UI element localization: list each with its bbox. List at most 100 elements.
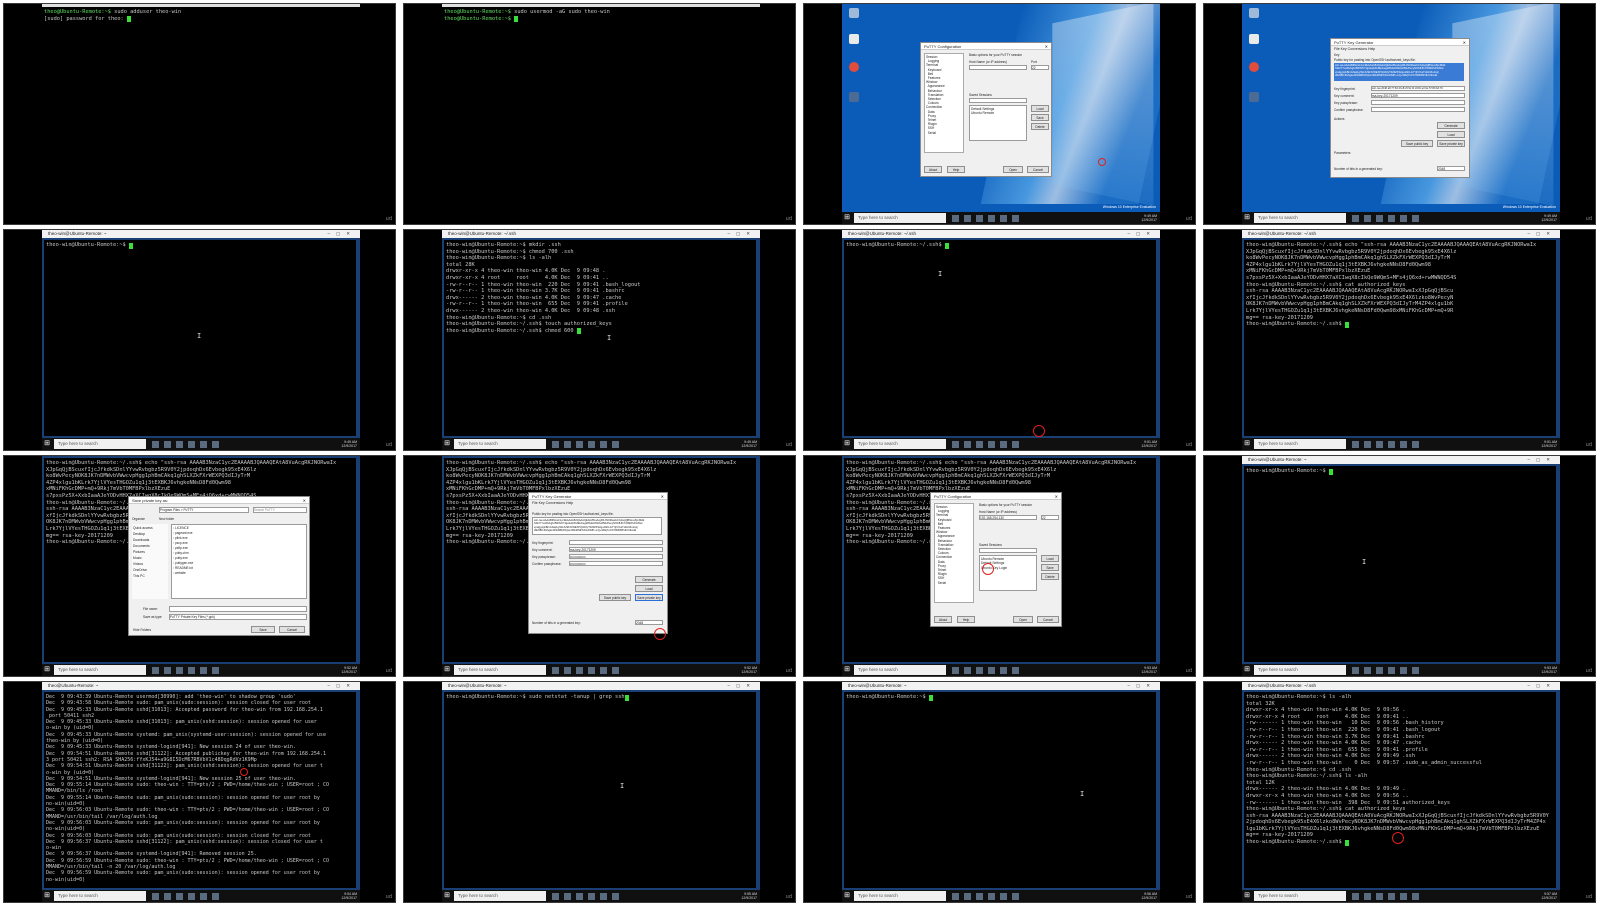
folder-icon[interactable] xyxy=(576,666,583,674)
start-icon[interactable]: ⊞ xyxy=(1242,438,1252,450)
terminal[interactable]: theo-win@Ubuntu-Remote:~$ mkdir .ssh theo… xyxy=(444,240,756,436)
task-view-icon[interactable] xyxy=(1352,440,1359,448)
file-list[interactable]: ▫ LICENCE ▫ pageant.exe ▫ plink.exe ▫ pscp.… xyxy=(171,524,307,599)
delete-button[interactable]: Delete xyxy=(1031,123,1049,130)
terminal[interactable]: theo-win@Ubuntu-Remote:~$ sudo netstat -… xyxy=(444,692,756,888)
host-input[interactable] xyxy=(969,65,1027,70)
port-input[interactable]: 22 xyxy=(1041,515,1059,520)
edge-icon[interactable] xyxy=(564,666,571,674)
start-icon[interactable]: ⊞ xyxy=(1242,212,1252,224)
taskbar-search[interactable]: Type here to search xyxy=(1254,439,1346,449)
edge-icon[interactable] xyxy=(1364,440,1371,448)
terminal[interactable]: theo-win@Ubuntu-Remote:~/.ssh$ xyxy=(844,240,1156,436)
edge-icon[interactable] xyxy=(164,666,171,674)
file-list-item[interactable]: ▫ website xyxy=(173,571,305,576)
generate-button[interactable]: Generate xyxy=(1437,122,1465,129)
terminal[interactable]: theo-win@Ubuntu-Remote:~$ xyxy=(844,692,1156,888)
terminal[interactable]: theo@Ubuntu-Remote:~$ sudo usermod -aG s… xyxy=(442,4,760,224)
edge-icon[interactable] xyxy=(564,892,571,900)
task-view-icon[interactable] xyxy=(152,892,159,900)
start-icon[interactable]: ⊞ xyxy=(42,890,52,902)
file-icon[interactable] xyxy=(1246,34,1262,45)
delete-button[interactable]: Delete xyxy=(1041,573,1059,580)
save-public-key-button[interactable]: Save public key xyxy=(599,594,631,601)
generate-button[interactable]: Generate xyxy=(635,576,663,583)
host-input[interactable]: 192.168.254.130 xyxy=(979,515,1037,520)
putty-icon[interactable] xyxy=(1012,666,1019,674)
clock[interactable]: 9:52 AM 12/9/2017 xyxy=(741,666,760,675)
filename-input[interactable] xyxy=(169,606,307,612)
putty-icon[interactable] xyxy=(846,92,862,103)
task-view-icon[interactable] xyxy=(1352,214,1359,222)
clock[interactable]: 9:53 AM 12/9/2017 xyxy=(1141,666,1160,675)
task-view-icon[interactable] xyxy=(152,440,159,448)
mail-icon[interactable] xyxy=(1000,892,1007,900)
mail-icon[interactable] xyxy=(200,666,207,674)
folder-icon[interactable] xyxy=(976,666,983,674)
folder-icon[interactable] xyxy=(1376,440,1383,448)
taskbar-search[interactable]: Type here to search xyxy=(854,439,946,449)
mail-icon[interactable] xyxy=(200,440,207,448)
close-icon[interactable]: ✕ xyxy=(1055,493,1058,500)
save-button[interactable]: Save xyxy=(1031,114,1049,121)
session-name-input[interactable] xyxy=(969,98,1027,103)
store-icon[interactable] xyxy=(988,214,995,222)
edge-icon[interactable] xyxy=(164,440,171,448)
start-icon[interactable]: ⊞ xyxy=(842,438,852,450)
close-icon[interactable]: ✕ xyxy=(1463,39,1466,46)
task-view-icon[interactable] xyxy=(952,214,959,222)
edge-icon[interactable] xyxy=(1364,214,1371,222)
edge-icon[interactable] xyxy=(964,666,971,674)
clock[interactable]: 9:49 AM 12/9/2017 xyxy=(341,440,360,449)
folder-icon[interactable] xyxy=(576,440,583,448)
comment-field[interactable]: rsa-key-20171209 xyxy=(1371,93,1465,98)
clock[interactable]: 9:53 AM 12/9/2017 xyxy=(1541,666,1560,675)
putty-icon[interactable] xyxy=(612,666,619,674)
chrome-icon[interactable] xyxy=(846,62,862,73)
menu-bar[interactable]: File Key Conversions Help xyxy=(529,500,667,506)
about-button[interactable]: About xyxy=(934,616,952,623)
file-icon[interactable] xyxy=(846,34,862,45)
task-view-icon[interactable] xyxy=(952,892,959,900)
task-view-icon[interactable] xyxy=(552,666,559,674)
mail-icon[interactable] xyxy=(1000,666,1007,674)
port-input[interactable]: 22 xyxy=(1031,65,1049,70)
category-tree[interactable]: Session Logging Terminal Keyboard Bell F… xyxy=(924,53,964,153)
hide-folders-button[interactable]: Hide Folders xyxy=(133,628,151,632)
clock[interactable]: 9:49 AM 12/9/2017 xyxy=(1541,214,1560,223)
start-icon[interactable]: ⊞ xyxy=(42,438,52,450)
search-input[interactable]: Search PuTTY xyxy=(253,507,307,513)
path-breadcrumb[interactable]: Program Files > PuTTY xyxy=(159,507,249,513)
putty-icon[interactable] xyxy=(1012,214,1019,222)
open-button[interactable]: Open xyxy=(1003,166,1023,173)
fingerprint-field[interactable]: ssh-rsa 2048 a8:77:60:4f:e8:c5:9c:f4:c9:… xyxy=(1371,86,1465,91)
type-select[interactable]: PuTTY Private Key Files (*.ppk) xyxy=(169,614,307,620)
recycle-bin-icon[interactable] xyxy=(1246,8,1262,19)
cancel-button[interactable]: Cancel xyxy=(1027,166,1049,173)
mail-icon[interactable] xyxy=(1400,666,1407,674)
start-icon[interactable]: ⊞ xyxy=(442,890,452,902)
save-private-key-button[interactable]: Save private key xyxy=(635,594,663,601)
sessions-list[interactable]: Default Settings Ubuntu Remote xyxy=(969,105,1027,141)
store-icon[interactable] xyxy=(588,892,595,900)
help-button[interactable]: Help xyxy=(947,166,965,173)
public-key-textarea[interactable]: ssh-rsa AAAAB3NzaC1yc2EAAAABJQAAAQEAtA8V… xyxy=(1334,63,1464,81)
task-view-icon[interactable] xyxy=(952,440,959,448)
nav-pane[interactable]: Quick access Desktop Downloads Documents… xyxy=(132,524,168,599)
putty-icon[interactable] xyxy=(212,892,219,900)
open-button[interactable]: Open xyxy=(1013,616,1033,623)
taskbar-search[interactable]: Type here to search xyxy=(54,439,146,449)
edge-icon[interactable] xyxy=(964,440,971,448)
putty-icon[interactable] xyxy=(1412,440,1419,448)
putty-icon[interactable] xyxy=(612,440,619,448)
category-tree[interactable]: Session Logging Terminal Keyboard Bell F… xyxy=(934,503,974,603)
public-key-textarea[interactable]: ssh-rsa AAAAB3NzaC1yc2EAAAABJQAAAQEAtA8V… xyxy=(532,517,662,535)
mail-icon[interactable] xyxy=(600,666,607,674)
taskbar-search[interactable]: Type here to search xyxy=(54,891,146,901)
edge-icon[interactable] xyxy=(164,892,171,900)
store-icon[interactable] xyxy=(188,666,195,674)
folder-icon[interactable] xyxy=(976,214,983,222)
task-view-icon[interactable] xyxy=(152,666,159,674)
load-button[interactable]: Load xyxy=(1437,131,1465,138)
store-icon[interactable] xyxy=(988,666,995,674)
